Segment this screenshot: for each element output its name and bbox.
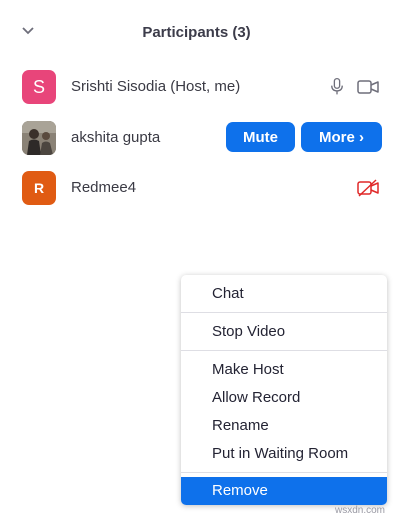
panel-title: Participants (3) [142, 24, 251, 41]
profile-photo-icon [22, 121, 56, 155]
menu-item-allow-record[interactable]: Allow Record [181, 384, 387, 412]
avatar: R [22, 171, 56, 205]
menu-item-make-host[interactable]: Make Host [181, 356, 387, 384]
menu-divider [181, 350, 387, 351]
menu-item-stop-video[interactable]: Stop Video [181, 318, 387, 346]
participant-row-akshita[interactable]: akshita gupta Mute More › [0, 114, 393, 162]
participant-name: Redmee4 [71, 179, 137, 196]
more-button[interactable]: More › [301, 122, 382, 152]
avatar [22, 121, 56, 155]
watermark: wsxdn.com [334, 505, 385, 516]
microphone-icon[interactable] [330, 77, 344, 96]
participant-row-redmee4[interactable]: R Redmee4 [0, 164, 393, 212]
participant-name: Srishti Sisodia (Host, me) [71, 78, 241, 95]
avatar: S [22, 70, 56, 104]
participant-name: akshita gupta [71, 129, 161, 146]
menu-item-waiting-room[interactable]: Put in Waiting Room [181, 440, 387, 468]
video-camera-icon[interactable] [357, 80, 379, 94]
menu-item-rename[interactable]: Rename [181, 412, 387, 440]
participant-context-menu: Chat Stop Video Make Host Allow Record R… [181, 275, 387, 505]
menu-divider [181, 472, 387, 473]
menu-item-chat[interactable]: Chat [181, 280, 387, 308]
video-off-icon[interactable] [357, 179, 379, 197]
menu-divider [181, 312, 387, 313]
menu-item-remove[interactable]: Remove [181, 477, 387, 505]
mute-button[interactable]: Mute [226, 122, 295, 152]
participant-row-srishti[interactable]: S Srishti Sisodia (Host, me) [0, 63, 393, 111]
